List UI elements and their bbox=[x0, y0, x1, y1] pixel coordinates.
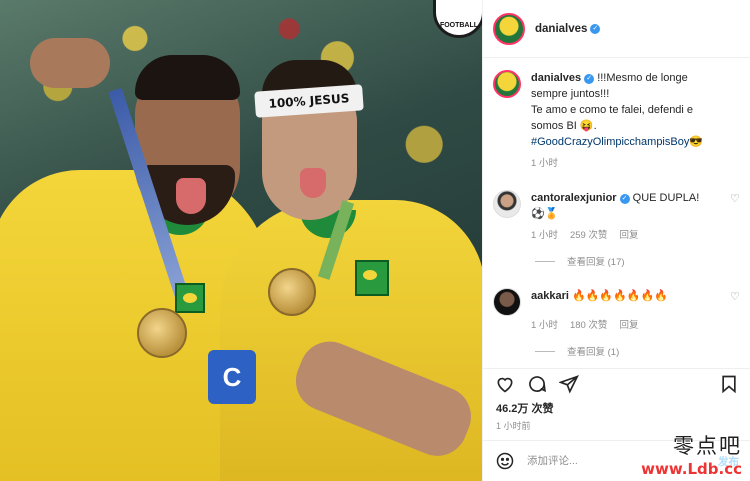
brazil-crest bbox=[175, 283, 205, 313]
caption-text: Te amo e como te falei, defendi e bbox=[531, 104, 694, 116]
caption: danialves ✓ !!!Mesmo de longe sempre junt… bbox=[483, 70, 750, 172]
player-left-hair bbox=[135, 55, 240, 100]
view-replies-label[interactable]: 查看回复 (17) bbox=[567, 254, 625, 268]
caption-text: !!!Mesmo de longe bbox=[594, 72, 688, 84]
divider bbox=[535, 350, 555, 352]
header-username[interactable]: danialves bbox=[535, 23, 587, 35]
view-replies-label[interactable]: 查看回复 (1) bbox=[567, 344, 619, 358]
comment-icon[interactable] bbox=[527, 374, 547, 394]
gold-medal bbox=[137, 308, 187, 358]
post-image[interactable]: 100% JESUS C FOOTBALL bbox=[0, 0, 482, 481]
gold-medal bbox=[268, 268, 316, 316]
post-header: danialves ✓ bbox=[483, 0, 750, 58]
emoji-icon[interactable] bbox=[495, 451, 515, 471]
comment: cantoralexjunior ✓ QUE DUPLA! ⚽🏅 1 小时 259… bbox=[483, 190, 750, 244]
verified-icon: ✓ bbox=[619, 194, 630, 204]
captain-armband: C bbox=[208, 350, 256, 404]
comment-likes[interactable]: 180 次赞 bbox=[570, 318, 608, 334]
comment-time[interactable]: 1 小时 bbox=[531, 318, 558, 334]
view-replies[interactable]: 查看回复 (17) bbox=[535, 254, 750, 268]
reply-button[interactable]: 回复 bbox=[619, 318, 638, 334]
post-time[interactable]: 1 小时前 bbox=[496, 419, 531, 432]
likes-count[interactable]: 46.2万 次赞 bbox=[496, 400, 553, 416]
emoji: 😎 bbox=[689, 136, 704, 148]
comment-input[interactable] bbox=[527, 455, 718, 467]
comment-text: ⚽🏅 bbox=[531, 208, 559, 220]
avatar[interactable] bbox=[493, 70, 521, 98]
tongue bbox=[176, 178, 206, 214]
verified-icon: ✓ bbox=[590, 23, 601, 34]
post-side-panel: danialves ✓ danialves ✓ !!!Mesmo de longe… bbox=[482, 0, 750, 481]
send-icon[interactable] bbox=[559, 374, 579, 394]
reply-button[interactable]: 回复 bbox=[619, 228, 638, 244]
bookmark-icon[interactable] bbox=[719, 374, 739, 394]
hashtag-link[interactable]: #GoodCrazyOlimpicchampisBoy bbox=[531, 136, 689, 148]
post-button[interactable]: 发布 bbox=[718, 454, 739, 469]
heart-icon[interactable] bbox=[495, 374, 515, 394]
comment-time[interactable]: 1 小时 bbox=[531, 228, 558, 244]
comment-text: QUE DUPLA! bbox=[629, 192, 700, 204]
view-replies[interactable]: 查看回复 (1) bbox=[535, 344, 750, 358]
comment-likes[interactable]: 259 次赞 bbox=[570, 228, 608, 244]
heart-icon[interactable]: ♡ bbox=[730, 292, 741, 303]
caption-text: sempre juntos!!! bbox=[531, 88, 610, 100]
comment-username[interactable]: aakkari bbox=[531, 290, 569, 302]
comments-list: danialves ✓ !!!Mesmo de longe sempre junt… bbox=[483, 70, 750, 358]
verified-icon: ✓ bbox=[584, 74, 595, 84]
caption-time[interactable]: 1 小时 bbox=[531, 156, 558, 172]
comment: aakkari 🔥🔥🔥🔥🔥🔥🔥 1 小时 180 次赞 回复 ♡ bbox=[483, 288, 750, 334]
avatar[interactable] bbox=[493, 12, 525, 45]
caption-username[interactable]: danialves bbox=[531, 72, 581, 84]
avatar[interactable] bbox=[493, 190, 521, 218]
action-bar bbox=[483, 368, 750, 398]
comment-text: 🔥🔥🔥🔥🔥🔥🔥 bbox=[568, 290, 668, 302]
add-comment-bar: 发布 bbox=[483, 440, 750, 481]
brazil-crest bbox=[355, 260, 389, 296]
avatar[interactable] bbox=[493, 288, 521, 316]
tongue bbox=[300, 168, 326, 198]
heart-icon[interactable]: ♡ bbox=[730, 194, 741, 205]
comment-username[interactable]: cantoralexjunior bbox=[531, 192, 617, 204]
caption-text: somos BI 😝. bbox=[531, 120, 597, 132]
divider bbox=[535, 260, 555, 262]
raised-fist bbox=[30, 38, 110, 88]
